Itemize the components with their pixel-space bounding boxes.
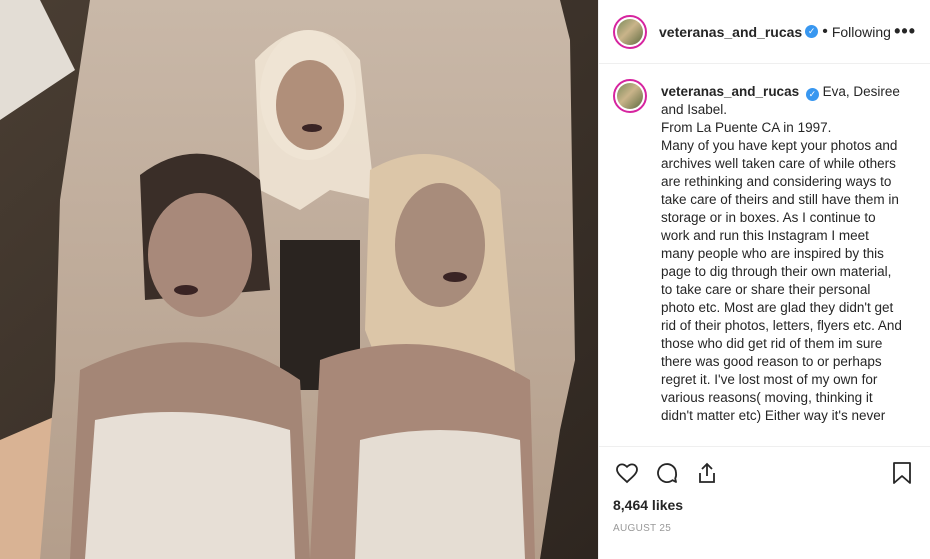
share-icon[interactable] — [693, 459, 721, 487]
post-actions: 8,464 likes AUGUST 25 — [599, 446, 930, 559]
comment-icon[interactable] — [653, 459, 681, 487]
likes-count[interactable]: 8,464 likes — [613, 497, 916, 513]
heart-icon[interactable] — [613, 459, 641, 487]
post-date: AUGUST 25 — [613, 523, 672, 534]
bookmark-icon[interactable] — [888, 459, 916, 487]
caption-avatar[interactable] — [613, 79, 647, 113]
more-options-icon[interactable]: ••• — [894, 21, 916, 42]
post-photo[interactable] — [0, 0, 598, 559]
separator-dot: • — [822, 22, 828, 40]
caption-text: Eva, Desiree and Isabel. From La Puente … — [661, 84, 902, 423]
caption-username[interactable]: veteranas_and_rucas — [661, 84, 799, 99]
verified-badge-icon: ✓ — [805, 25, 819, 38]
vintage-photo-image — [0, 0, 598, 559]
verified-badge-icon: ✓ — [805, 88, 819, 101]
avatar[interactable] — [613, 14, 647, 49]
action-icons — [613, 455, 916, 491]
caption: veteranas_and_rucas ✓ Eva, Desiree and I… — [661, 83, 905, 425]
following-button[interactable]: Following — [832, 24, 891, 40]
header-username[interactable]: veteranas_and_rucas — [659, 24, 802, 40]
post-header: veteranas_and_rucas ✓ • Following ••• — [599, 0, 930, 64]
caption-row: veteranas_and_rucas ✓ Eva, Desiree and I… — [613, 79, 916, 425]
comments-section[interactable]: veteranas_and_rucas ✓ Eva, Desiree and I… — [599, 65, 930, 445]
post-side-panel: veteranas_and_rucas ✓ • Following ••• ve… — [598, 0, 930, 559]
